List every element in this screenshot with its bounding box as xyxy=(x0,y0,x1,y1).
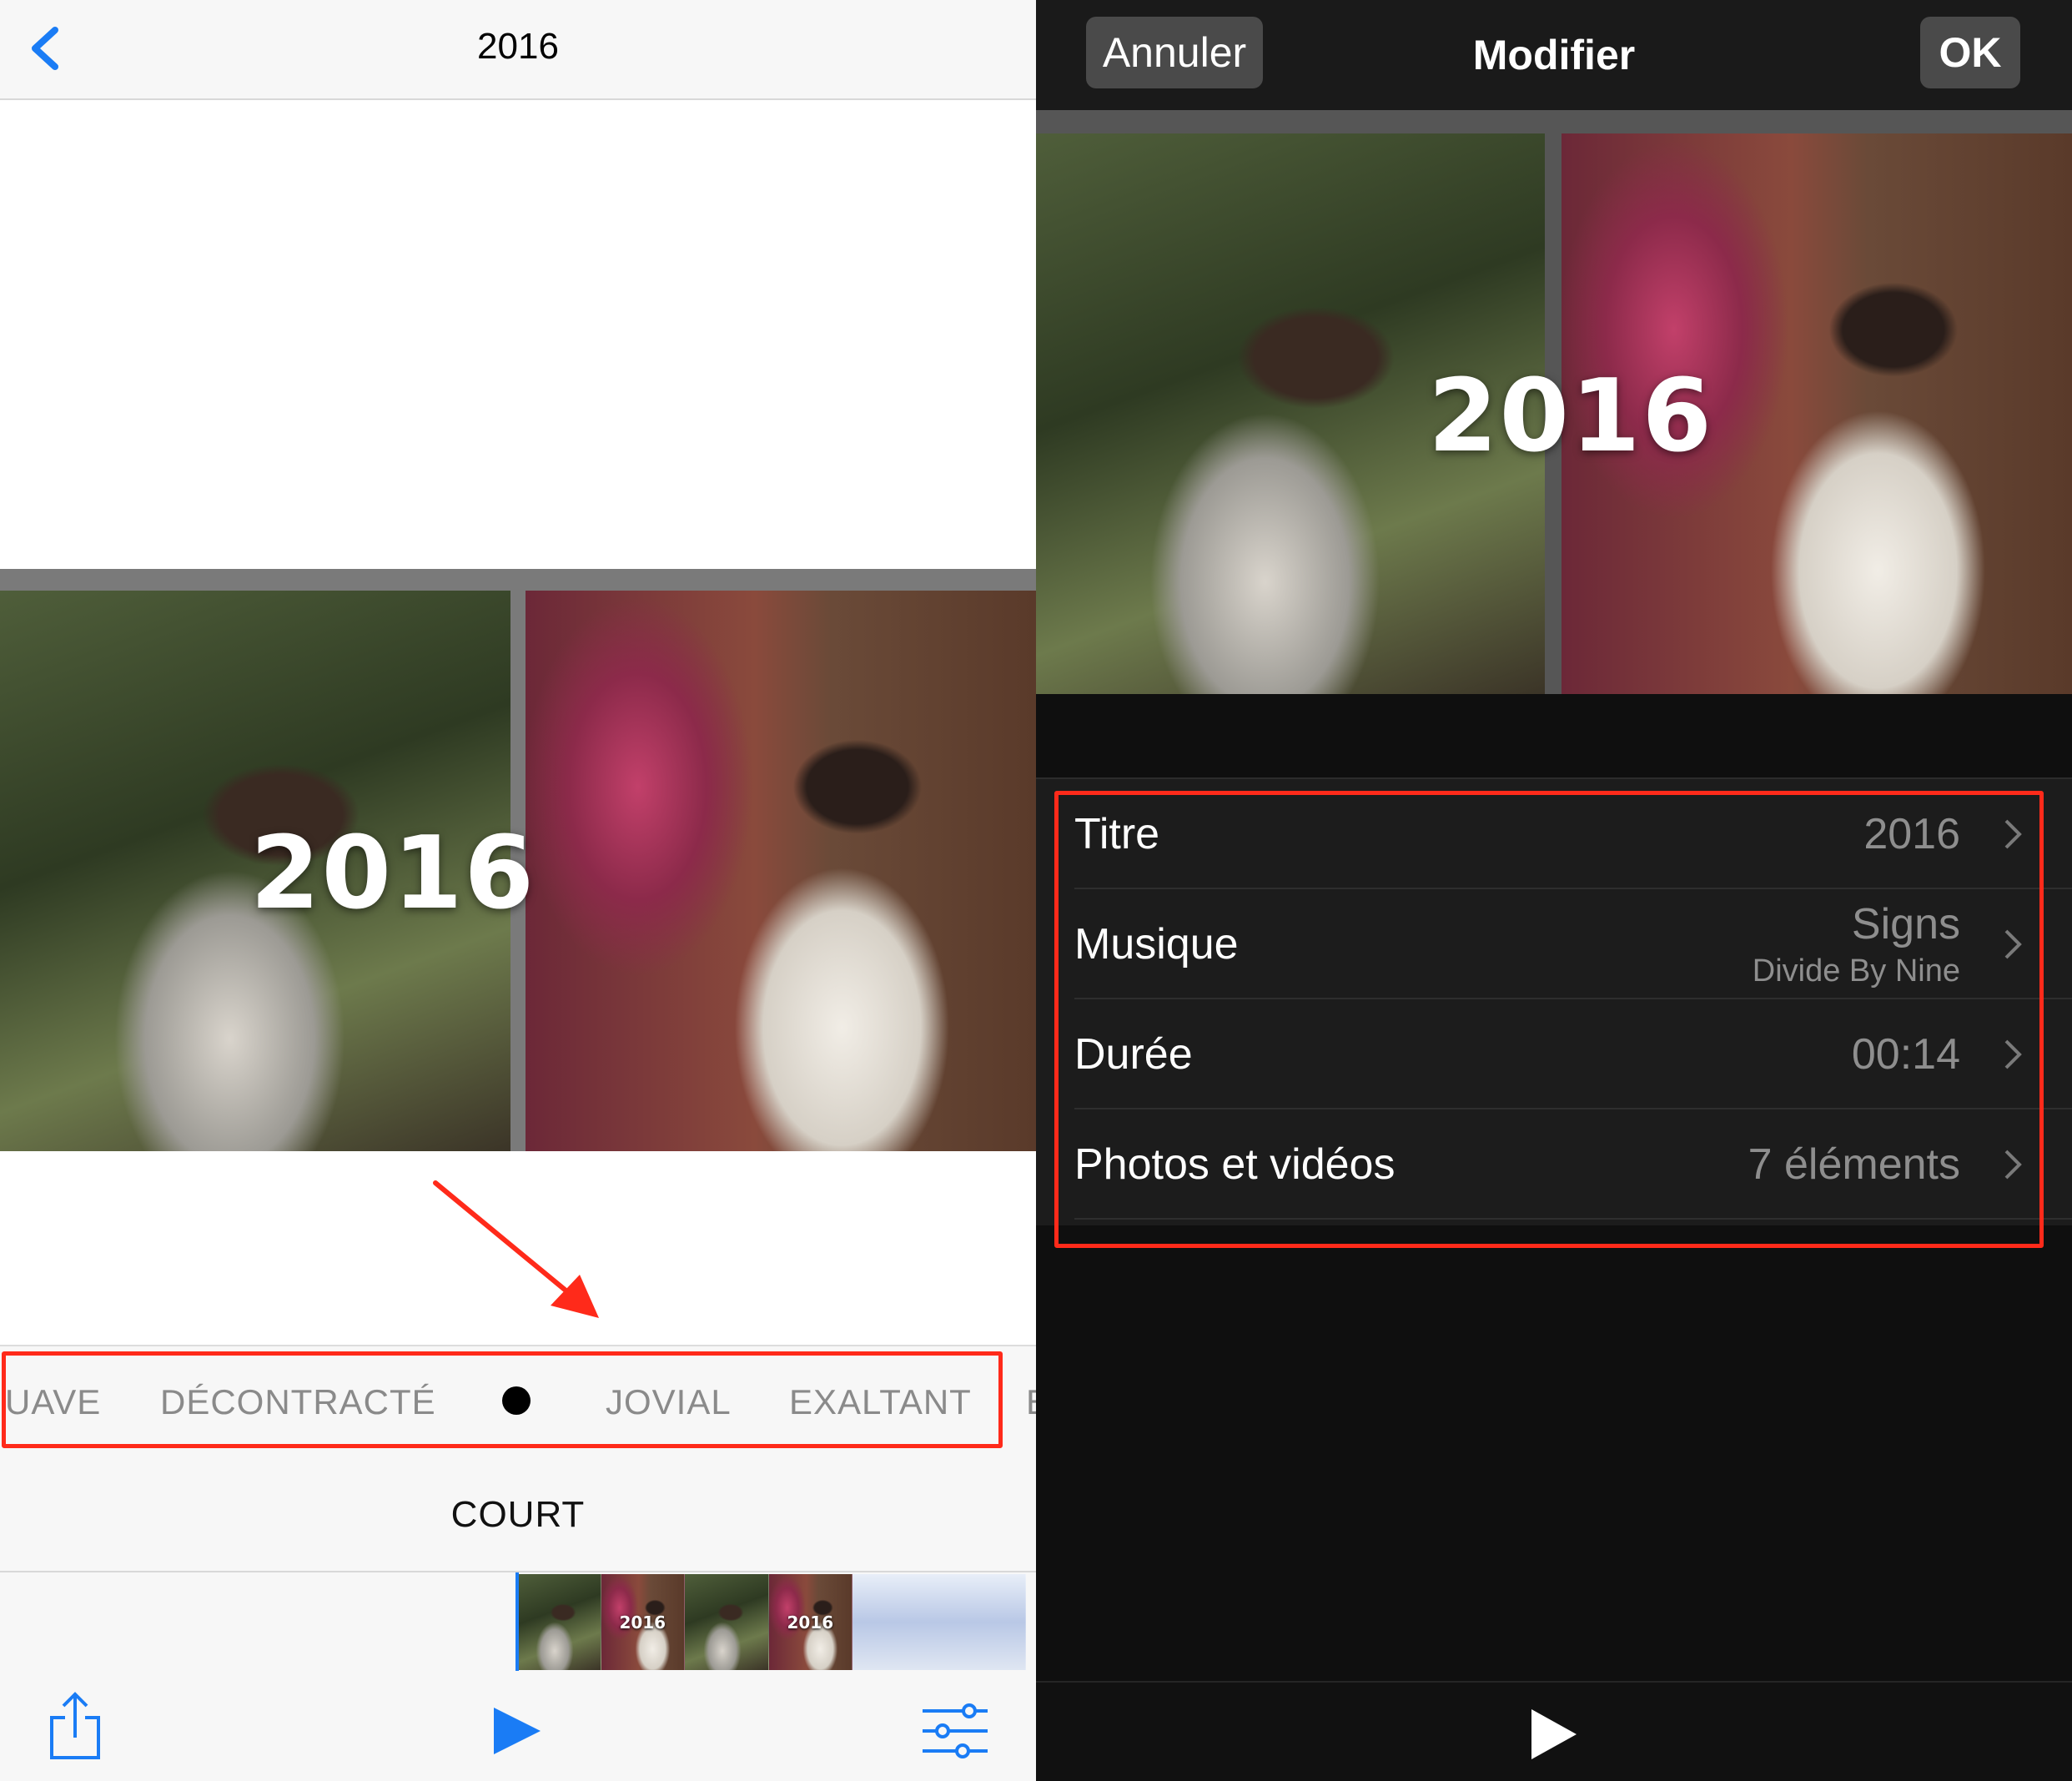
setting-row-media[interactable]: Photos et vidéos 7 éléments xyxy=(1036,1109,2072,1220)
setting-row-title[interactable]: Titre 2016 xyxy=(1036,779,2072,889)
setting-subvalue: Divide By Nine xyxy=(1752,953,1960,989)
setting-row-duration[interactable]: Durée 00:14 xyxy=(1036,999,2072,1109)
back-button[interactable] xyxy=(18,15,77,82)
row-divider xyxy=(1074,1218,2072,1220)
chevron-right-icon xyxy=(2004,819,2022,849)
preview-title-overlay: 2016 xyxy=(1428,359,1713,475)
ok-button[interactable]: OK xyxy=(1920,17,2020,88)
filmstrip-thumbnail: 2016 xyxy=(768,1574,853,1670)
play-button[interactable] xyxy=(1520,1701,1587,1768)
setting-value: Signs xyxy=(1851,900,1960,948)
navigation-bar xyxy=(0,0,1036,100)
play-icon xyxy=(494,1708,541,1754)
movie-settings-list: Titre 2016 Musique Signs Divide By Nine … xyxy=(1036,777,2072,1225)
filmstrip-thumbnail xyxy=(517,1574,601,1670)
thumbnail-title: 2016 xyxy=(787,1612,834,1633)
length-option[interactable]: COURT xyxy=(0,1458,1036,1571)
filmstrip-thumbnail xyxy=(685,1574,769,1670)
chevron-right-icon xyxy=(2004,1150,2022,1180)
annotation-arrow-icon xyxy=(433,1180,599,1318)
setting-value: 00:14 xyxy=(1851,1030,1960,1079)
chevron-right-icon xyxy=(2004,1039,2022,1069)
setting-value: 7 éléments xyxy=(1748,1140,1960,1189)
filmstrip-thumbnail: 2016 xyxy=(601,1574,686,1670)
mood-option[interactable]: EXALTANT xyxy=(789,1346,972,1458)
mood-option[interactable]: E xyxy=(1026,1346,1036,1458)
sliders-icon xyxy=(923,1703,988,1758)
chevron-left-icon xyxy=(32,27,58,70)
setting-label: Titre xyxy=(1074,810,1160,858)
movie-editor-light: 2016 2016 UAVE DÉCONTRACTÉ JOVIAL EXALTA… xyxy=(0,0,1036,1781)
bottom-toolbar xyxy=(1036,1681,2072,1781)
setting-label: Musique xyxy=(1074,920,1239,968)
play-button[interactable] xyxy=(484,1698,551,1764)
setting-label: Durée xyxy=(1074,1030,1193,1079)
chevron-right-icon xyxy=(2004,929,2022,959)
share-button[interactable] xyxy=(42,1689,108,1764)
setting-value: 2016 xyxy=(1863,810,1960,858)
preview-title-overlay: 2016 xyxy=(250,816,536,932)
thumbnail-title: 2016 xyxy=(619,1612,666,1633)
bottom-toolbar xyxy=(0,1673,1036,1781)
movie-editor-dark: Modifier Annuler OK 2016 Titre 2016 Musi… xyxy=(1036,0,2072,1781)
settings-button[interactable] xyxy=(918,1698,993,1764)
share-icon xyxy=(50,1692,100,1759)
play-icon xyxy=(1531,1709,1577,1759)
mood-option[interactable]: DÉCONTRACTÉ xyxy=(160,1346,436,1458)
filmstrip-thumbnail xyxy=(852,1574,1026,1670)
mood-option[interactable]: JOVIAL xyxy=(606,1346,732,1458)
setting-row-music[interactable]: Musique Signs Divide By Nine xyxy=(1036,889,2072,999)
setting-label: Photos et vidéos xyxy=(1074,1140,1396,1189)
filmstrip[interactable]: 2016 2016 xyxy=(517,1574,1026,1670)
selected-mood-indicator[interactable] xyxy=(502,1386,531,1415)
playhead[interactable] xyxy=(515,1572,519,1671)
cancel-button[interactable]: Annuler xyxy=(1086,17,1263,88)
mood-option[interactable]: UAVE xyxy=(5,1346,101,1458)
